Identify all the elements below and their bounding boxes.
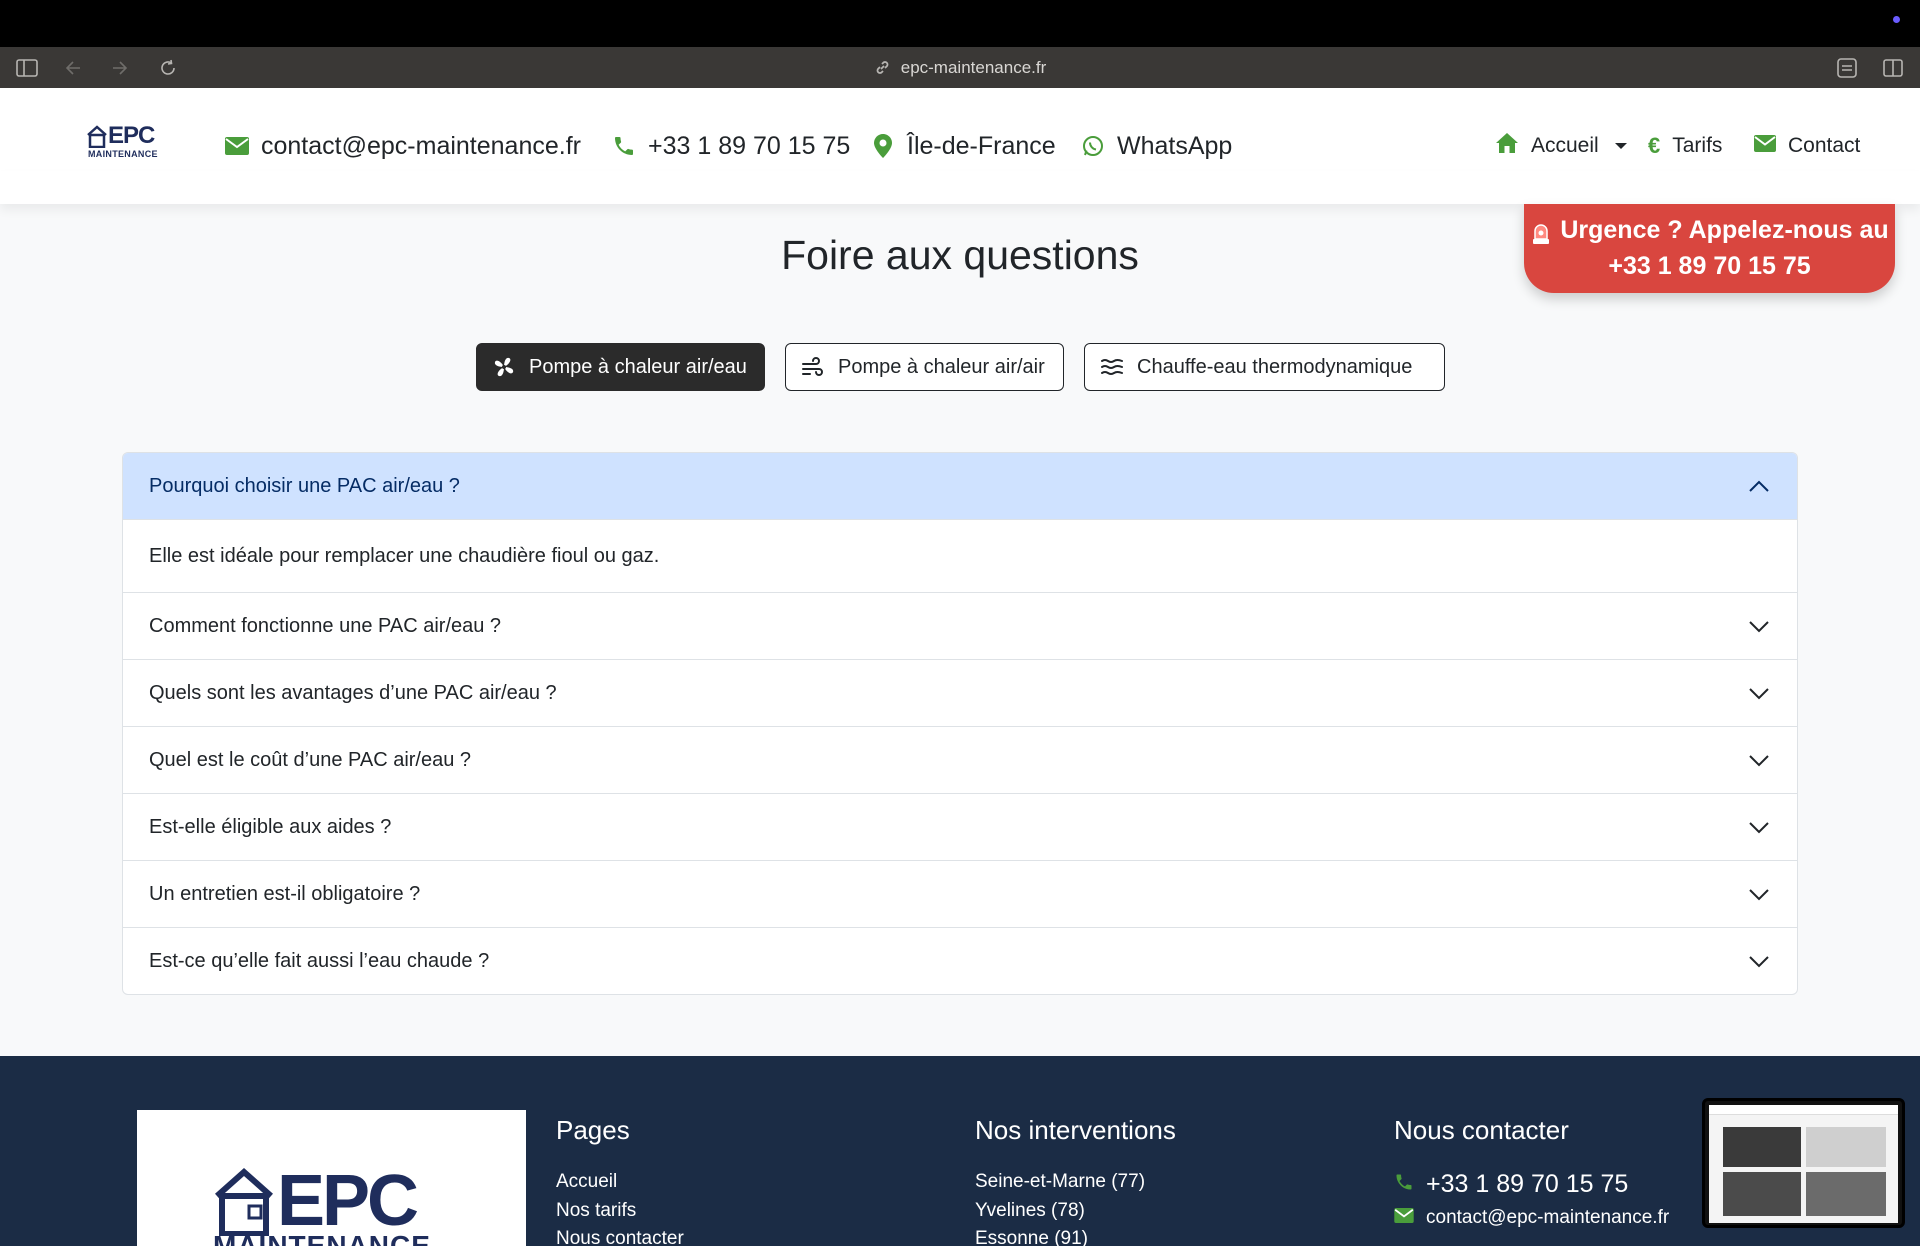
site-logo[interactable]: EPC MAINTENANCE [86, 122, 170, 162]
faq-question[interactable]: Est-elle éligible aux aides ? [123, 793, 1797, 860]
split-view-icon[interactable] [1873, 47, 1913, 88]
header-email-link[interactable]: contact@epc-maintenance.fr [225, 129, 581, 163]
system-menu-bar [0, 0, 1920, 47]
header-whatsapp-link[interactable]: WhatsApp [1081, 129, 1232, 163]
thumbnail-header [1709, 1105, 1898, 1115]
header-whatsapp-text: WhatsApp [1117, 131, 1233, 160]
nav-home-label: Accueil [1531, 134, 1599, 157]
footer-email-link[interactable]: contact@epc-maintenance.fr [1394, 1207, 1669, 1229]
footer-link-91[interactable]: Essonne (91) [975, 1228, 1088, 1246]
faq-answer-text: Elle est idéale pour remplacer une chaud… [149, 544, 660, 567]
fan-icon [493, 356, 515, 378]
chevron-down-icon [1747, 949, 1771, 973]
envelope-icon [225, 134, 249, 158]
address-bar[interactable]: epc-maintenance.fr [0, 47, 1920, 88]
header-phone-link[interactable]: +33 1 89 70 15 75 [612, 129, 850, 163]
footer-link-pricing[interactable]: Nos tarifs [556, 1200, 636, 1222]
envelope-icon [1394, 1207, 1414, 1229]
status-dot-icon [1893, 16, 1900, 23]
house-logo-icon [215, 1167, 273, 1236]
chevron-down-icon [1747, 815, 1771, 839]
faq-question[interactable]: Quel est le coût d’une PAC air/eau ? [123, 726, 1797, 793]
footer-logo[interactable]: EPC MAINTENANCE [137, 1110, 526, 1246]
reader-mode-icon[interactable] [1827, 47, 1867, 88]
url-text: epc-maintenance.fr [900, 57, 1047, 77]
chevron-down-icon [1747, 681, 1771, 705]
footer-interventions-title: Nos interventions [975, 1115, 1176, 1145]
header-region: Île-de-France [871, 129, 1056, 163]
faq-question-text: Est-ce qu’elle fait aussi l’eau chaude ? [149, 949, 490, 972]
faq-question[interactable]: Pourquoi choisir une PAC air/eau ? [123, 453, 1797, 520]
logo-subtext: MAINTENANCE [88, 149, 158, 159]
phone-icon [1394, 1170, 1414, 1199]
faq-question-text: Comment fonctionne une PAC air/eau ? [149, 614, 502, 637]
thumbnail-tile [1806, 1172, 1886, 1216]
nav-pricing-link[interactable]: € Tarifs [1648, 130, 1722, 162]
caret-down-icon [1614, 143, 1627, 149]
thumbnail-tile [1806, 1127, 1886, 1167]
screenshot-thumbnail[interactable] [1702, 1098, 1905, 1228]
faq-question[interactable]: Un entretien est-il obligatoire ? [123, 860, 1797, 927]
footer-pages-title: Pages [556, 1115, 630, 1145]
faq-question-text: Est-elle éligible aux aides ? [149, 815, 392, 838]
faq-question[interactable]: Comment fonctionne une PAC air/eau ? [123, 592, 1797, 659]
header-strip [0, 171, 1920, 204]
tab-label: Pompe à chaleur air/eau [529, 355, 747, 378]
header-region-text: Île-de-France [907, 131, 1056, 160]
euro-icon: € [1648, 133, 1661, 158]
link-icon [876, 61, 889, 74]
faq-question-text: Quels sont les avantages d’une PAC air/e… [149, 681, 557, 704]
house-logo-icon [87, 125, 107, 148]
envelope-icon [1754, 134, 1776, 158]
footer-logo-subtext: MAINTENANCE [213, 1230, 431, 1246]
chevron-down-icon [1747, 748, 1771, 772]
map-pin-icon [871, 134, 895, 158]
home-icon [1495, 132, 1519, 160]
footer-link-77[interactable]: Seine-et-Marne (77) [975, 1171, 1145, 1193]
tab-pac-air-eau[interactable]: Pompe à chaleur air/eau [476, 343, 765, 391]
chevron-up-icon [1747, 474, 1771, 498]
tab-pac-air-air[interactable]: Pompe à chaleur air/air [785, 343, 1064, 391]
header-phone-text: +33 1 89 70 15 75 [648, 131, 851, 160]
whatsapp-icon [1081, 134, 1105, 158]
faq-question-text: Un entretien est-il obligatoire ? [149, 882, 421, 905]
thumbnail-page [1709, 1105, 1898, 1223]
faq-question[interactable]: Quels sont les avantages d’une PAC air/e… [123, 659, 1797, 726]
chevron-down-icon [1747, 882, 1771, 906]
thumbnail-tile [1723, 1127, 1801, 1167]
tab-label: Pompe à chaleur air/air [838, 355, 1045, 378]
thumbnail-tile [1723, 1172, 1801, 1216]
chevron-down-icon [1747, 614, 1771, 638]
faq-title: Foire aux questions [781, 232, 1139, 278]
faq-question-text: Pourquoi choisir une PAC air/eau ? [149, 474, 460, 497]
tab-chauffe-eau[interactable]: Chauffe-eau thermodynamique [1084, 343, 1445, 391]
faq-question[interactable]: Est-ce qu’elle fait aussi l’eau chaude ? [123, 927, 1797, 994]
browser-toolbar: epc-maintenance.fr [0, 47, 1920, 88]
footer-phone-text: +33 1 89 70 15 75 [1426, 1170, 1629, 1198]
faq-accordion: Pourquoi choisir une PAC air/eau ? Elle … [122, 452, 1798, 995]
nav-contact-label: Contact [1788, 134, 1861, 157]
footer-link-contact[interactable]: Nous contacter [556, 1228, 684, 1246]
faq-answer: Elle est idéale pour remplacer une chaud… [123, 520, 1797, 592]
footer-email-text: contact@epc-maintenance.fr [1426, 1207, 1670, 1228]
footer-link-home[interactable]: Accueil [556, 1171, 617, 1193]
nav-pricing-label: Tarifs [1672, 134, 1723, 157]
phone-icon [612, 134, 636, 158]
faq-question-text: Quel est le coût d’une PAC air/eau ? [149, 748, 472, 771]
footer-link-78[interactable]: Yvelines (78) [975, 1200, 1085, 1222]
tab-label: Chauffe-eau thermodynamique [1137, 355, 1413, 378]
footer-contact-title: Nous contacter [1394, 1115, 1569, 1145]
nav-home-dropdown[interactable]: Accueil [1495, 130, 1627, 162]
wind-icon [802, 356, 824, 378]
footer-phone-link[interactable]: +33 1 89 70 15 75 [1394, 1170, 1628, 1199]
water-waves-icon [1101, 356, 1123, 378]
header-email-text: contact@epc-maintenance.fr [261, 131, 581, 160]
logo-text: EPC [108, 122, 155, 149]
nav-contact-link[interactable]: Contact [1754, 130, 1860, 162]
